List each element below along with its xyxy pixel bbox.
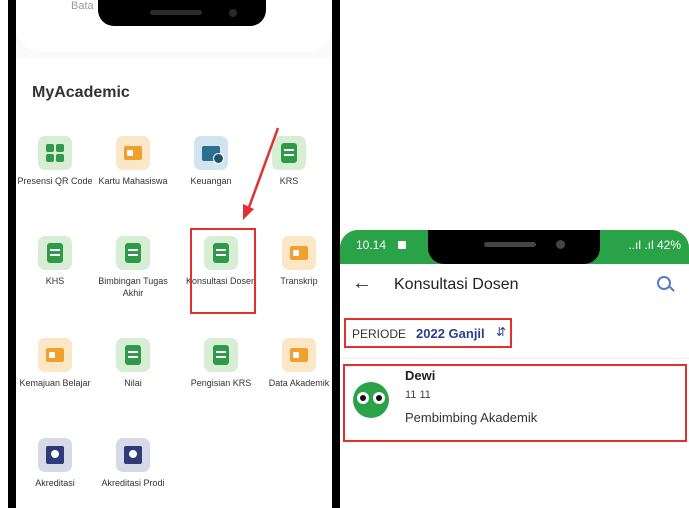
periode-value: 2022 Ganjil [416, 326, 485, 341]
lecturer-code: 11 11 [405, 389, 431, 401]
status-time: 10.14 [356, 238, 387, 252]
chevron-updown-icon: ⇵ [496, 325, 507, 339]
tile-kemajuan-belajar[interactable]: Kemajuan Belajar [16, 338, 94, 389]
id-card-icon [116, 136, 150, 170]
tile-label: Kemajuan Belajar [19, 378, 91, 388]
previous-text: Bata [71, 0, 94, 12]
tile-krs[interactable]: KRS [250, 136, 328, 187]
tile-keuangan[interactable]: Keuangan [172, 136, 250, 187]
phone-konsultasi-dosen: 10.14 ..ıl .ıl 42% ← Konsultasi Dosen PE… [340, 230, 689, 508]
camera-notch [428, 230, 600, 264]
tile-label: Keuangan [190, 176, 232, 186]
lecturer-list-item[interactable]: Dewi 11 11 Pembimbing Akademik [343, 364, 687, 442]
edit-icon [116, 236, 150, 270]
konsultasi-highlight-box [190, 228, 256, 314]
tile-akreditasi[interactable]: Akreditasi [16, 438, 94, 489]
qr-icon [38, 136, 72, 170]
tile-label: Data Akademik [268, 378, 330, 388]
section-title: MyAcademic [32, 84, 130, 101]
tile-pengisian-krs[interactable]: Pengisian KRS [182, 338, 260, 389]
camera-notch [98, 0, 266, 26]
grade-icon [116, 338, 150, 372]
document-icon [204, 338, 238, 372]
tile-nilai[interactable]: Nilai [94, 338, 172, 389]
tile-bimbingan-tugas-akhir[interactable]: Bimbingan Tugas Akhir [94, 236, 172, 299]
document-icon [272, 136, 306, 170]
tile-label: KHS [45, 276, 65, 286]
transcript-icon [282, 236, 316, 270]
myacademic-screen: Bata MyAcademic Presensi QR Code Kartu M… [16, 0, 332, 508]
tile-label: Kartu Mahasiswa [98, 176, 168, 186]
app-bar: ← Konsultasi Dosen [340, 264, 689, 308]
tile-presensi-qr[interactable]: Presensi QR Code [16, 136, 94, 187]
tile-label: Presensi QR Code [17, 176, 93, 186]
tile-akreditasi-prodi[interactable]: Akreditasi Prodi [94, 438, 172, 489]
lecturer-role: Pembimbing Akademik [405, 410, 538, 425]
tile-label: Nilai [124, 378, 142, 388]
tile-label: KRS [279, 176, 299, 186]
tile-label: Transkrip [280, 276, 318, 286]
data-icon [282, 338, 316, 372]
tile-label: Pengisian KRS [190, 378, 252, 388]
accreditation-icon [38, 438, 72, 472]
page-title: Konsultasi Dosen [394, 276, 519, 293]
accreditation-prodi-icon [116, 438, 150, 472]
periode-label: PERIODE [352, 327, 407, 341]
finance-icon [194, 136, 228, 170]
owl-avatar-icon [353, 382, 389, 418]
tile-data-akademik[interactable]: Data Akademik [260, 338, 332, 389]
tile-khs[interactable]: KHS [16, 236, 94, 287]
tile-label: Bimbingan Tugas Akhir [98, 276, 168, 298]
notification-icon [398, 241, 406, 249]
phone-myacademic: Bata MyAcademic Presensi QR Code Kartu M… [8, 0, 340, 508]
tile-transkrip[interactable]: Transkrip [260, 236, 332, 287]
back-arrow-icon[interactable]: ← [352, 272, 372, 295]
progress-icon [38, 338, 72, 372]
konsultasi-screen: 10.14 ..ıl .ıl 42% ← Konsultasi Dosen PE… [340, 230, 689, 508]
tile-label: Akreditasi [35, 478, 75, 488]
lecturer-name: Dewi [405, 368, 436, 383]
periode-row: PERIODE 2022 Ganjil ⇵ [340, 308, 689, 359]
status-signal-battery: ..ıl .ıl 42% [628, 238, 681, 252]
search-icon[interactable] [657, 276, 671, 290]
periode-selector[interactable]: PERIODE 2022 Ganjil ⇵ [344, 318, 512, 348]
document-icon [38, 236, 72, 270]
tile-kartu-mahasiswa[interactable]: Kartu Mahasiswa [94, 136, 172, 187]
tile-label: Akreditasi Prodi [101, 478, 165, 488]
